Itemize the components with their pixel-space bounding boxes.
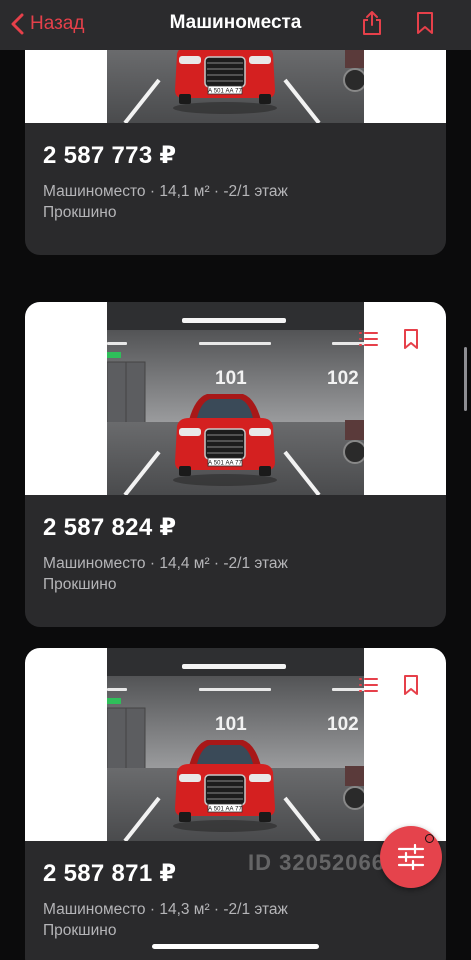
listing-feed[interactable]: 101 102 А 501 АА 77 2 587 773 ₽ Машиноме… — [0, 50, 471, 960]
photo-frame: 101 102 А 501 АА 77 — [107, 648, 364, 841]
photo-frame: 101 102 А 501 АА 77 — [107, 50, 364, 123]
svg-text:А 501 АА 77: А 501 АА 77 — [208, 807, 242, 813]
listing-meta: Машиноместо · 14,3 м² · -2/1 этаж — [43, 901, 288, 918]
svg-text:102: 102 — [327, 714, 359, 735]
share-icon[interactable] — [361, 10, 383, 36]
parking-photo: 101 102 А 501 АА 77 — [107, 50, 364, 123]
scroll-indicator[interactable] — [464, 347, 467, 411]
sliders-icon — [397, 844, 425, 870]
parking-photo: 101 102 А 501 АА 77 — [107, 302, 364, 495]
listing-meta: Машиноместо · 14,1 м² · -2/1 этаж — [43, 183, 288, 200]
listing-meta: Машиноместо · 14,4 м² · -2/1 этаж — [43, 555, 288, 572]
watermark: ID 320520663 — [248, 850, 399, 875]
listing-price: 2 587 824 ₽ — [43, 514, 177, 541]
svg-text:102: 102 — [327, 368, 359, 389]
top-bar: Назад Машиноместа — [0, 0, 471, 50]
listing-location: Прокшино — [43, 922, 117, 939]
bookmark-icon[interactable] — [400, 328, 422, 350]
listing-location: Прокшино — [43, 576, 117, 593]
svg-text:101: 101 — [215, 714, 247, 735]
listing-location: Прокшино — [43, 204, 117, 221]
svg-text:А 501 АА 77: А 501 АА 77 — [208, 89, 242, 95]
svg-text:101: 101 — [215, 368, 247, 389]
listing-price: 2 587 871 ₽ — [43, 860, 177, 887]
compare-icon[interactable] — [357, 328, 379, 350]
listing-photo[interactable]: 101 102 А 501 АА 77 — [25, 50, 446, 123]
bookmark-icon[interactable] — [415, 11, 435, 35]
listing-photo[interactable]: 101 102 А 501 АА 77 — [25, 302, 446, 495]
listing-card[interactable]: 101 102 А 501 АА 77 2 587 824 ₽ Машиноме… — [25, 302, 446, 627]
compare-icon[interactable] — [357, 674, 379, 696]
svg-text:А 501 АА 77: А 501 АА 77 — [208, 461, 242, 467]
listing-photo[interactable]: 101 102 А 501 АА 77 — [25, 648, 446, 841]
listing-card[interactable]: 101 102 А 501 АА 77 2 587 773 ₽ Машиноме… — [25, 50, 446, 255]
photo-frame: 101 102 А 501 АА 77 — [107, 302, 364, 495]
listing-price: 2 587 773 ₽ — [43, 142, 177, 169]
bookmark-icon[interactable] — [400, 674, 422, 696]
listing-card[interactable]: 101 102 А 501 АА 77 2 587 871 ₽ Машиноме… — [25, 648, 446, 960]
parking-photo: 101 102 А 501 АА 77 — [107, 648, 364, 841]
home-indicator[interactable] — [152, 944, 319, 949]
filters-indicator-dot — [425, 834, 434, 843]
page-title: Машиноместа — [169, 12, 302, 33]
